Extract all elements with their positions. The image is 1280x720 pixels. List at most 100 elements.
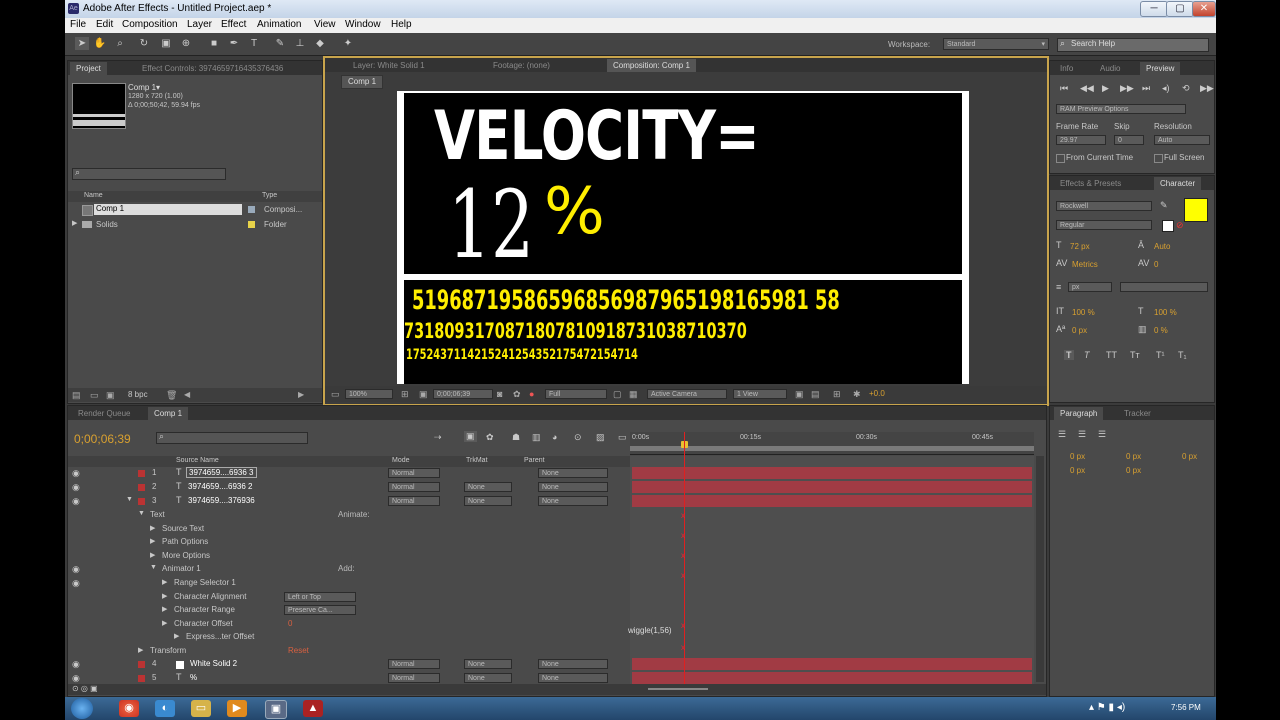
magnification-icon[interactable]: ▭ (331, 389, 340, 400)
loop-icon[interactable]: ⟲ (1182, 83, 1190, 94)
tsume-value[interactable]: 0 % (1154, 326, 1168, 335)
view-layout-dropdown[interactable]: 1 View (733, 389, 787, 399)
menu-view[interactable]: View (314, 19, 336, 30)
hide-shy-icon[interactable]: ☗ (512, 432, 520, 443)
indent-first-value[interactable]: 0 px (1182, 452, 1197, 461)
trkmat-dropdown[interactable]: None (464, 496, 512, 506)
interpret-footage-icon[interactable]: ▤ (72, 390, 81, 401)
faux-bold-icon[interactable]: T (1064, 350, 1074, 360)
horizontal-scale-value[interactable]: 100 % (1154, 308, 1177, 317)
current-time-field[interactable]: 0;00;06;39 (433, 389, 493, 399)
region-of-interest-icon[interactable]: ▢ (613, 389, 622, 400)
first-frame-icon[interactable]: ⏮ (1060, 83, 1068, 94)
keyframe-marker-icon[interactable]: x (681, 622, 687, 630)
comp-sub-tab[interactable]: Comp 1 (341, 75, 384, 89)
menu-file[interactable]: File (70, 19, 86, 30)
keyframe-marker-icon[interactable]: x (681, 572, 687, 580)
tab-tracker[interactable]: Tracker (1118, 407, 1157, 420)
expand-arrow-icon[interactable]: ▶ (162, 592, 167, 600)
layer-name[interactable]: 3974659....6936 3 (186, 467, 257, 478)
tab-composition[interactable]: Composition: Comp 1 (607, 59, 696, 72)
transparency-grid-icon[interactable]: ▦ (629, 389, 638, 400)
menu-composition[interactable]: Composition (122, 19, 178, 30)
snapshot-frame-icon[interactable]: ▣ (419, 389, 428, 400)
menu-animation[interactable]: Animation (257, 19, 301, 30)
frame-blending-icon[interactable]: ▥ (532, 432, 541, 443)
tab-audio[interactable]: Audio (1094, 62, 1126, 75)
menu-edit[interactable]: Edit (96, 19, 113, 30)
comp-canvas[interactable]: VELOCITY= 12 % 5196871958659685698796519… (397, 91, 969, 384)
zoom-tool-icon[interactable]: ⌕ (113, 37, 127, 50)
label-color-chip[interactable] (138, 661, 145, 668)
play-icon[interactable]: ▶ (1102, 83, 1109, 94)
type-column-header[interactable]: Type (262, 192, 277, 199)
brainstorm-icon[interactable]: ⊙ (574, 432, 582, 443)
show-channel-icon[interactable]: ✿ (513, 389, 521, 400)
property-value-dropdown[interactable]: Left or Top (284, 591, 356, 602)
maximize-button[interactable]: ▢ (1166, 1, 1194, 17)
parent-dropdown[interactable]: None (538, 673, 608, 683)
expand-arrow-icon[interactable]: ▶ (162, 619, 167, 627)
space-before-value[interactable]: 0 px (1070, 466, 1085, 475)
label-color-chip[interactable] (138, 484, 145, 491)
font-size-value[interactable]: 72 px (1070, 242, 1090, 251)
motion-blur-icon[interactable]: ◕ (552, 432, 557, 442)
mute-audio-icon[interactable]: ◂) (1162, 83, 1170, 94)
label-color-chip[interactable] (138, 498, 145, 505)
camera-snapshot-icon[interactable]: ◙ (497, 389, 502, 399)
timeline-graph-area[interactable]: wiggle(1,56) x x x x x x (628, 432, 1034, 686)
layer-duration-bar[interactable] (632, 672, 1032, 684)
vertical-scale-value[interactable]: 100 % (1072, 308, 1095, 317)
workspace-dropdown[interactable]: Standard ▾ (943, 38, 1049, 50)
trkmat-dropdown[interactable]: None (464, 482, 512, 492)
toggle-switches-icon[interactable]: ⊙ ◎ ▣ (72, 684, 98, 693)
subscript-icon[interactable]: T₁ (1178, 350, 1187, 360)
superscript-icon[interactable]: T¹ (1156, 350, 1165, 360)
align-right-icon[interactable]: ☰ (1098, 429, 1106, 440)
close-button[interactable]: ✕ (1192, 1, 1216, 17)
visibility-eye-icon[interactable]: ◉ (72, 482, 80, 493)
menu-layer[interactable]: Layer (187, 19, 212, 30)
camera-dropdown[interactable]: Active Camera (647, 389, 727, 399)
trash-icon[interactable]: 🗑 (166, 390, 177, 401)
expand-arrow-icon[interactable]: ▶ (138, 646, 143, 654)
mask-tool-icon[interactable]: ■ (207, 37, 221, 50)
puppet-tool-icon[interactable]: ✦ (341, 37, 355, 50)
rotate-tool-icon[interactable]: ↻ (137, 37, 151, 50)
resolution-dropdown[interactable]: Full (545, 389, 607, 399)
skip-dropdown[interactable]: 0 (1114, 135, 1144, 145)
visibility-eye-icon[interactable]: ◉ (72, 496, 80, 507)
expand-arrow-icon[interactable]: ▶ (150, 524, 155, 532)
last-frame-icon[interactable]: ⏭ (1142, 83, 1150, 94)
live-update-icon[interactable]: ▣ (464, 431, 477, 442)
layer-mode-dropdown[interactable]: Normal (388, 482, 440, 492)
from-current-checkbox[interactable] (1056, 154, 1065, 163)
toggle-pixel-aspect-icon[interactable]: ▣ (795, 389, 804, 400)
layer-duration-bar[interactable] (632, 467, 1032, 479)
color-channel-icon[interactable]: ● (529, 389, 534, 399)
tab-paragraph[interactable]: Paragraph (1054, 407, 1104, 420)
tab-footage[interactable]: Footage: (none) (487, 59, 556, 72)
space-after-value[interactable]: 0 px (1126, 466, 1141, 475)
layer-name[interactable]: White Solid 2 (190, 659, 237, 668)
tab-effect-controls[interactable]: Effect Controls: 3974659716435376436 (136, 62, 289, 75)
stroke-color-swatch[interactable] (1162, 220, 1174, 232)
app-taskbar-icon[interactable]: ▲ (303, 700, 323, 717)
graph-editor-icon[interactable]: ▨ (596, 432, 605, 443)
resolution-dropdown[interactable]: Auto (1154, 135, 1210, 145)
expand-arrow-icon[interactable]: ▶ (72, 219, 77, 227)
full-screen-checkbox[interactable] (1154, 154, 1163, 163)
keyframe-marker-icon[interactable]: x (681, 532, 687, 540)
baseline-shift-value[interactable]: 0 px (1072, 326, 1087, 335)
search-help-input[interactable]: ⌕ Search Help (1057, 38, 1209, 52)
tab-comp1-timeline[interactable]: Comp 1 (148, 407, 189, 420)
tab-effects-presets[interactable]: Effects & Presets (1054, 177, 1127, 190)
expand-arrow-icon[interactable]: ▶ (162, 605, 167, 613)
trkmat-dropdown[interactable]: None (464, 659, 512, 669)
layer-mode-dropdown[interactable]: Normal (388, 673, 440, 683)
ram-preview-options-dropdown[interactable]: RAM Preview Options (1056, 104, 1186, 114)
tab-layer[interactable]: Layer: White Solid 1 (347, 59, 431, 72)
expand-arrow-icon[interactable]: ▶ (150, 551, 155, 559)
keyframe-marker-icon[interactable]: x (681, 552, 687, 560)
trkmat-header[interactable]: TrkMat (466, 457, 488, 464)
